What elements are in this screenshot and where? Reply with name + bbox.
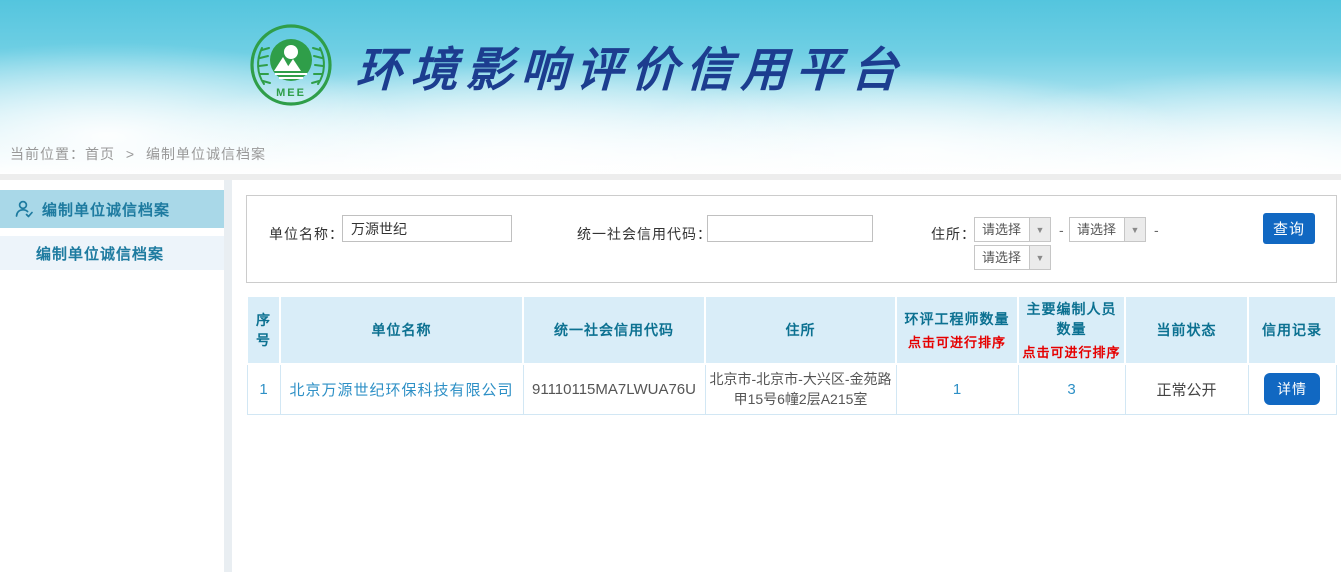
breadcrumb-separator: >: [126, 146, 135, 162]
sidebar-item-label: 编制单位诚信档案: [42, 199, 170, 220]
sidebar-subitem-label: 编制单位诚信档案: [36, 243, 164, 264]
page: MEE 环境影响评价信用平台 当前位置：首页 > 编制单位诚信档案 编制单位诚信…: [0, 0, 1341, 578]
column-header-credit-record: 信用记录: [1248, 296, 1336, 364]
credit-code-input[interactable]: [707, 215, 873, 242]
breadcrumb-current: 编制单位诚信档案: [146, 146, 266, 162]
sidebar-subitem-unit-credit-archive[interactable]: 编制单位诚信档案: [0, 236, 224, 270]
sort-hint: 点击可进行排序: [1021, 342, 1122, 361]
site-header: MEE 环境影响评价信用平台 当前位置：首页 > 编制单位诚信档案: [0, 0, 1341, 180]
svg-text:MEE: MEE: [276, 87, 306, 99]
column-header-credit-code: 统一社会信用代码: [523, 296, 705, 364]
results-table: 序号 单位名称 统一社会信用代码 住所 环评工程师数量 点击可进行排序 主要编制…: [246, 295, 1337, 415]
company-name-link[interactable]: 北京万源世纪环保科技有限公司: [289, 382, 513, 399]
dropdown-arrow-icon[interactable]: ▼: [1029, 246, 1050, 269]
province-select-value: 请选择: [975, 218, 1029, 241]
staff-count-link[interactable]: 3: [1067, 381, 1075, 398]
brand: MEE 环境影响评价信用平台: [248, 22, 906, 108]
vertical-divider: [224, 180, 232, 572]
credit-code-cell: 91110115MA7LWUA76U: [523, 364, 705, 414]
column-header-address: 住所: [705, 296, 896, 364]
address-label: 住所：: [931, 224, 976, 244]
dropdown-arrow-icon[interactable]: ▼: [1029, 218, 1050, 241]
body: 编制单位诚信档案 编制单位诚信档案 单位名称： 统一社会信用代码： 住所： 请选…: [0, 180, 1341, 572]
column-header-engineer-count-sort[interactable]: 环评工程师数量 点击可进行排序: [896, 296, 1018, 364]
breadcrumb-label: 当前位置：: [10, 146, 85, 162]
unit-name-label: 单位名称：: [269, 224, 344, 244]
user-check-icon: [14, 199, 34, 219]
address-dash-1: -: [1059, 222, 1064, 238]
engineer-count-title: 环评工程师数量: [899, 309, 1015, 329]
credit-code-label: 统一社会信用代码：: [577, 224, 712, 244]
search-form: 单位名称： 统一社会信用代码： 住所： 请选择 ▼ - 请选择 ▼ - 请选择 …: [246, 195, 1337, 283]
dropdown-arrow-icon[interactable]: ▼: [1124, 218, 1145, 241]
city-select[interactable]: 请选择 ▼: [1069, 217, 1146, 242]
unit-name-input[interactable]: [342, 215, 512, 242]
address-dash-2: -: [1154, 222, 1159, 238]
site-title: 环境影响评价信用平台: [355, 31, 907, 100]
province-select[interactable]: 请选择 ▼: [974, 217, 1051, 242]
column-header-status: 当前状态: [1125, 296, 1248, 364]
column-header-unit-name: 单位名称: [280, 296, 523, 364]
sidebar-item-unit-credit-archive[interactable]: 编制单位诚信档案: [0, 190, 224, 228]
mee-logo-icon: MEE: [248, 22, 334, 108]
breadcrumb-home-link[interactable]: 首页: [85, 146, 115, 162]
sidebar: 编制单位诚信档案 编制单位诚信档案: [0, 180, 224, 572]
breadcrumb: 当前位置：首页 > 编制单位诚信档案: [10, 144, 266, 164]
district-select[interactable]: 请选择 ▼: [974, 245, 1051, 270]
main-content: 单位名称： 统一社会信用代码： 住所： 请选择 ▼ - 请选择 ▼ - 请选择 …: [232, 180, 1341, 572]
table-header-row: 序号 单位名称 统一社会信用代码 住所 环评工程师数量 点击可进行排序 主要编制…: [247, 296, 1336, 364]
city-select-value: 请选择: [1070, 218, 1124, 241]
column-header-staff-count-sort[interactable]: 主要编制人员数量 点击可进行排序: [1018, 296, 1125, 364]
staff-count-title: 主要编制人员数量: [1021, 299, 1122, 339]
sort-hint: 点击可进行排序: [899, 332, 1015, 351]
detail-button[interactable]: 详情: [1264, 373, 1320, 405]
column-header-index: 序号: [247, 296, 280, 364]
table-row: 1 北京万源世纪环保科技有限公司 91110115MA7LWUA76U 北京市-…: [247, 364, 1336, 414]
address-cell: 北京市-北京市-大兴区-金苑路甲15号6幢2层A215室: [705, 364, 896, 414]
district-select-value: 请选择: [975, 246, 1029, 269]
row-index: 1: [247, 364, 280, 414]
engineer-count-link[interactable]: 1: [953, 381, 961, 398]
query-button[interactable]: 查询: [1263, 213, 1315, 244]
status-cell: 正常公开: [1125, 364, 1248, 414]
